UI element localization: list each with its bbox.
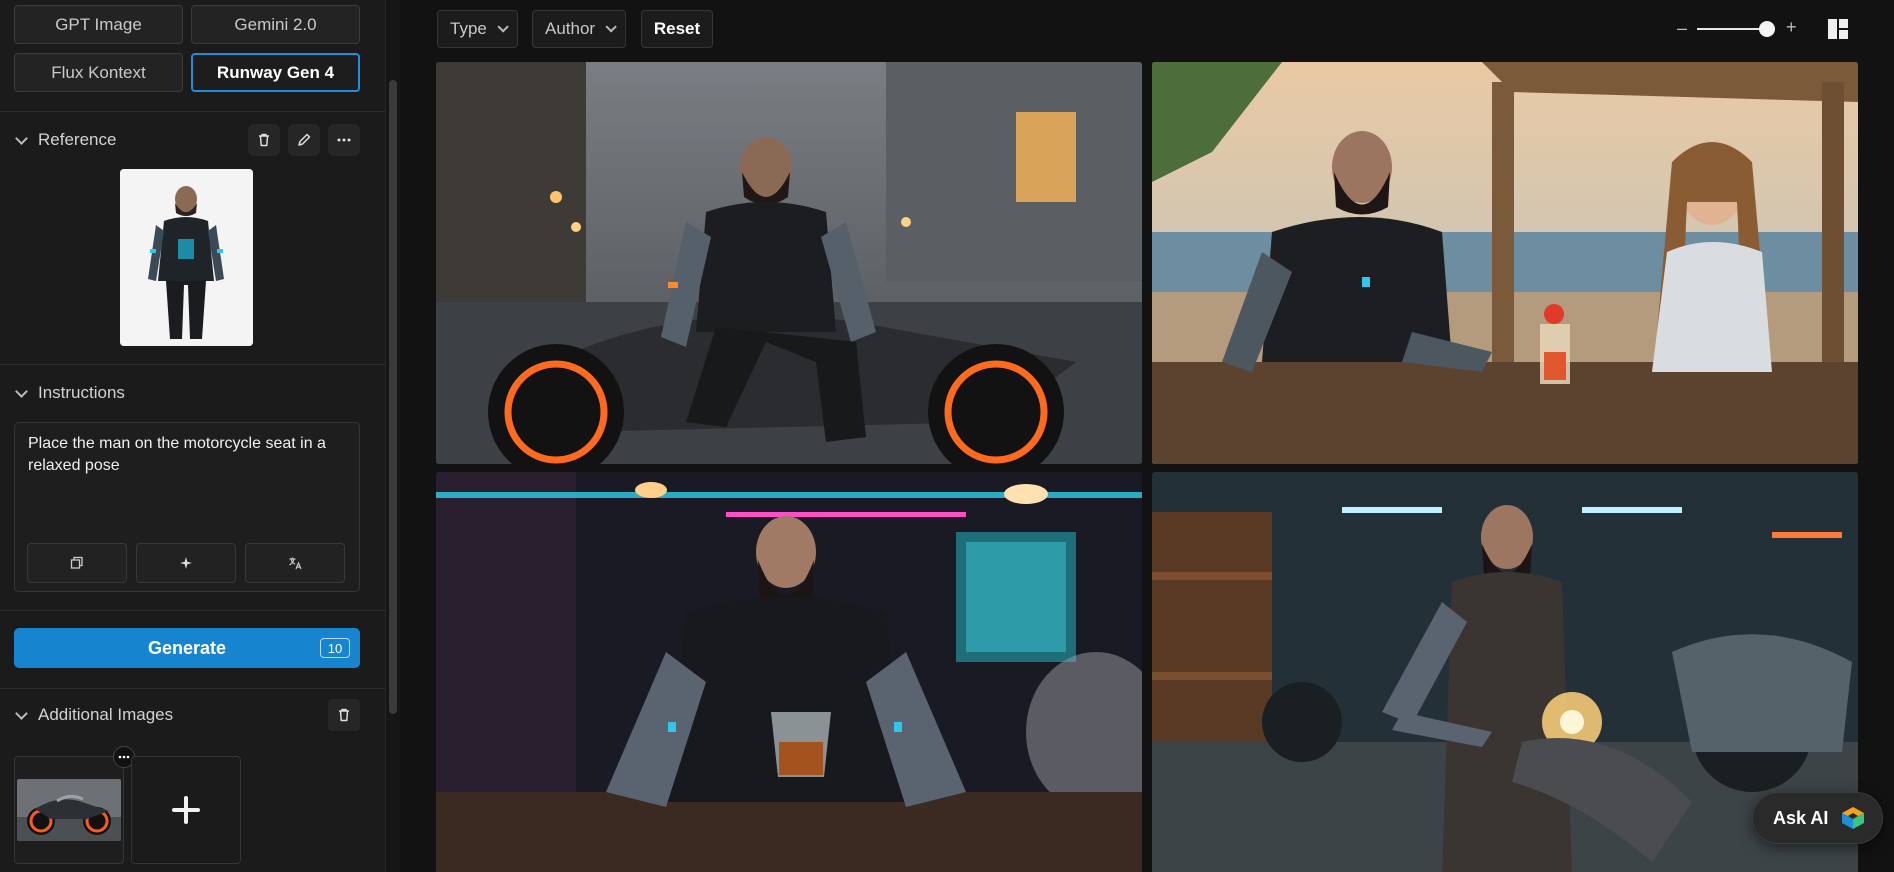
reference-person-illustration	[120, 169, 253, 346]
zoom-slider-handle[interactable]	[1759, 21, 1775, 37]
enhance-prompt-button[interactable]	[136, 543, 236, 583]
more-horizontal-icon	[337, 138, 351, 142]
instructions-text[interactable]: Place the man on the motorcycle seat in …	[28, 433, 346, 477]
motorcycle-illustration	[17, 779, 121, 841]
generate-button[interactable]: Generate 10	[14, 628, 360, 668]
neon-bar-image	[436, 472, 1142, 872]
reference-more-button[interactable]	[328, 124, 360, 156]
instructions-input[interactable]: Place the man on the motorcycle seat in …	[14, 422, 360, 592]
more-horizontal-icon	[118, 755, 130, 759]
zoom-in-button[interactable]: +	[1786, 17, 1797, 38]
divider	[0, 610, 386, 611]
author-filter-dropdown[interactable]: Author	[532, 10, 627, 48]
zoom-out-button[interactable]: –	[1677, 18, 1687, 39]
magic-sparkle-icon	[180, 557, 192, 569]
instructions-title: Instructions	[38, 383, 125, 402]
model-runway-gen4-button[interactable]: Runway Gen 4	[191, 53, 360, 92]
additional-image-thumbnail[interactable]	[14, 756, 124, 864]
model-flux-kontext-button[interactable]: Flux Kontext	[14, 53, 183, 92]
reset-filters-button[interactable]: Reset	[641, 10, 713, 48]
model-selector: GPT Image Gemini 2.0 Flux Kontext Runway…	[14, 5, 360, 92]
translate-icon	[289, 557, 302, 570]
chevron-down-icon	[497, 21, 509, 33]
divider	[0, 111, 386, 112]
motorcycle-thumbnail-image	[17, 779, 121, 841]
reference-title: Reference	[38, 130, 117, 149]
sidebar-scroll-thumb[interactable]	[389, 80, 397, 714]
model-gpt-image-button[interactable]: GPT Image	[14, 5, 183, 44]
pencil-icon	[298, 133, 311, 146]
gallery-image-beach-bar[interactable]	[1152, 62, 1858, 464]
reference-image[interactable]	[120, 169, 253, 346]
ai-logo-icon	[1842, 807, 1865, 829]
plus-icon	[172, 796, 200, 824]
add-image-button[interactable]	[131, 756, 241, 864]
gallery-image-neon-bar[interactable]	[436, 472, 1142, 872]
chevron-down-icon	[14, 708, 28, 722]
credits-badge: 10	[320, 638, 350, 658]
chevron-down-icon	[14, 386, 28, 400]
instructions-section-header[interactable]: Instructions	[14, 383, 125, 403]
copy-icon	[70, 556, 83, 569]
gallery-image-street-motorcycle[interactable]	[436, 62, 1142, 464]
author-filter-label: Author	[545, 19, 596, 38]
trash-icon	[259, 133, 269, 147]
beach-bar-image	[1152, 62, 1858, 464]
ask-ai-button[interactable]: Ask AI	[1752, 792, 1883, 844]
left-sidebar: GPT Image Gemini 2.0 Flux Kontext Runway…	[0, 0, 386, 872]
additional-images-section-header[interactable]: Additional Images	[14, 705, 173, 725]
chevron-down-icon	[14, 133, 28, 147]
sidebar-scrollbar[interactable]	[386, 0, 400, 872]
delete-reference-button[interactable]	[248, 124, 280, 156]
trash-icon	[339, 708, 349, 722]
generate-label: Generate	[147, 637, 227, 658]
ask-ai-label: Ask AI	[1773, 807, 1829, 828]
layout-grid-icon[interactable]	[1827, 18, 1849, 40]
translate-prompt-button[interactable]	[245, 543, 345, 583]
edit-reference-button[interactable]	[288, 124, 320, 156]
model-gemini-button[interactable]: Gemini 2.0	[191, 5, 360, 44]
type-filter-label: Type	[450, 19, 487, 38]
divider	[0, 364, 386, 365]
reference-section-header[interactable]: Reference	[14, 130, 116, 150]
type-filter-dropdown[interactable]: Type	[437, 10, 518, 48]
chevron-down-icon	[605, 21, 617, 33]
gallery-area: Type Author Reset – + Ask AI	[400, 0, 1894, 872]
delete-additional-images-button[interactable]	[328, 699, 360, 731]
street-motorcycle-image	[436, 62, 1142, 464]
divider	[0, 688, 386, 689]
additional-images-title: Additional Images	[38, 705, 174, 724]
copy-prompt-button[interactable]	[27, 543, 127, 583]
